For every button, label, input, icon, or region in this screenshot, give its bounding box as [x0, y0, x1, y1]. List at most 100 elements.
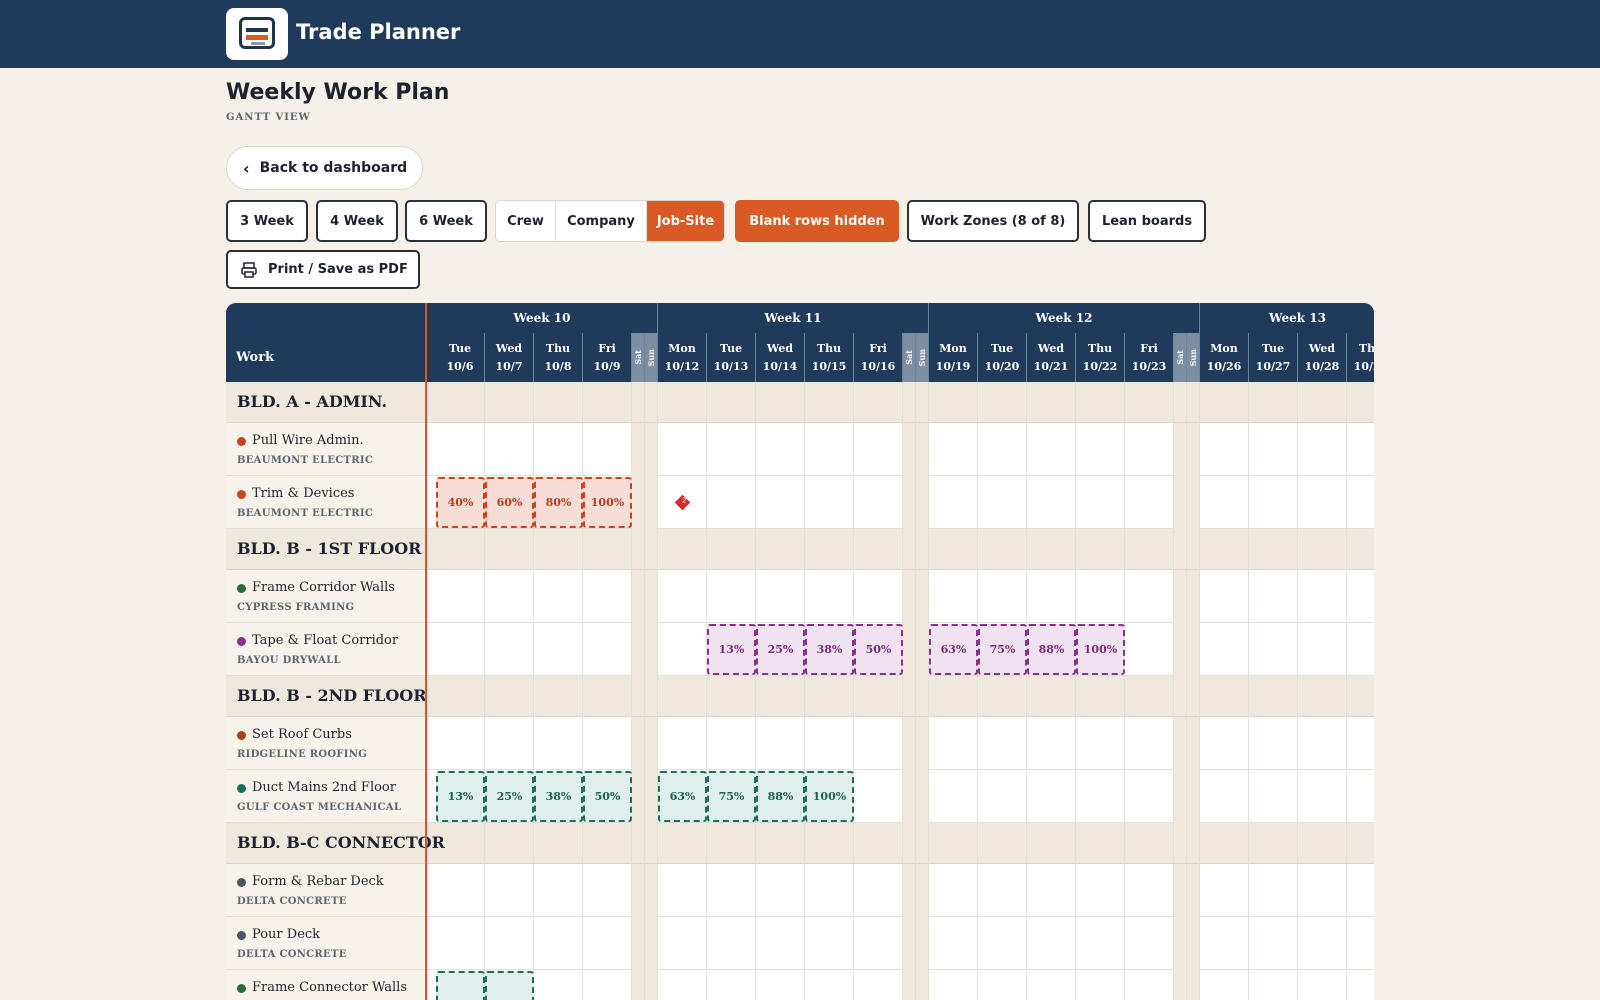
- grid-line: [657, 423, 658, 476]
- calendar-card-icon[interactable]: [226, 8, 288, 60]
- task-bar-segment[interactable]: 50%: [583, 771, 632, 822]
- grid-line: [1297, 623, 1298, 676]
- grid-line: [928, 717, 929, 770]
- task-row[interactable]: Pull Wire Admin. BEAUMONT ELECTRIC: [226, 423, 1374, 476]
- task-bar-segment[interactable]: 63%: [658, 771, 707, 822]
- task-row[interactable]: Set Roof Curbs RIDGELINE ROOFING: [226, 717, 1374, 770]
- six-week-button[interactable]: 6 Week: [405, 200, 487, 242]
- task-label-cell[interactable]: Pull Wire Admin. BEAUMONT ELECTRIC: [226, 423, 425, 475]
- task-row[interactable]: Frame Connector Walls: [226, 970, 1374, 1000]
- grid-line: [1297, 676, 1298, 717]
- grid-line: [1124, 382, 1125, 423]
- grid-line: [1199, 570, 1200, 623]
- grid-line: [582, 423, 583, 476]
- task-label-cell[interactable]: Duct Mains 2nd Floor GULF COAST MECHANICA…: [226, 770, 425, 822]
- grid-line: [484, 570, 485, 623]
- task-bar-segment[interactable]: 25%: [756, 624, 805, 675]
- grid-line: [928, 529, 929, 570]
- task-label-cell[interactable]: Frame Corridor Walls CYPRESS FRAMING: [226, 570, 425, 622]
- day-header: Sat: [903, 333, 916, 382]
- task-label-cell[interactable]: Pour Deck DELTA CONCRETE: [226, 917, 425, 969]
- task-bar-segment[interactable]: 80%: [534, 477, 583, 528]
- grid-line: [755, 382, 756, 423]
- grid-line: [706, 717, 707, 770]
- grid-line: [902, 529, 903, 570]
- four-week-button[interactable]: 4 Week: [316, 200, 398, 242]
- three-week-button[interactable]: 3 Week: [226, 200, 308, 242]
- grid-line: [582, 864, 583, 917]
- blank-rows-toggle[interactable]: Blank rows hidden: [735, 200, 899, 242]
- task-bar-segment[interactable]: 75%: [707, 771, 756, 822]
- grid-line: [582, 970, 583, 1000]
- grid-line: [1075, 864, 1076, 917]
- task-bar-segment[interactable]: 75%: [978, 624, 1027, 675]
- group-jobsite-tab[interactable]: Job-Site: [647, 201, 724, 241]
- task-bar-segment[interactable]: 63%: [929, 624, 978, 675]
- task-bar-segment[interactable]: 25%: [485, 771, 534, 822]
- task-bar-segment[interactable]: 13%: [436, 771, 485, 822]
- task-label-cell[interactable]: Tape & Float Corridor BAYOU DRYWALL: [226, 623, 425, 675]
- task-bar-segment[interactable]: 60%: [485, 477, 534, 528]
- task-bar-segment[interactable]: 50%: [854, 624, 903, 675]
- day-header: Sat: [1174, 333, 1187, 382]
- task-label-cell[interactable]: Form & Rebar Deck DELTA CONCRETE: [226, 864, 425, 916]
- trade-color-dot: [237, 731, 246, 740]
- grid-line: [804, 970, 805, 1000]
- grid-line: [533, 717, 534, 770]
- grid-line: [804, 676, 805, 717]
- grid-line: [1297, 770, 1298, 823]
- task-label-cell[interactable]: Frame Connector Walls: [226, 970, 425, 1000]
- grid-line: [533, 823, 534, 864]
- grid-line: [1124, 970, 1125, 1000]
- gantt-chart: Work Week 10 Week 11 Week 12 Week 13 Tue 10/…: [226, 303, 1374, 1000]
- task-bar-segment[interactable]: 38%: [805, 624, 854, 675]
- grid-line: [484, 823, 485, 864]
- grid-line: [1248, 382, 1249, 423]
- task-name: Frame Connector Walls: [252, 980, 407, 995]
- work-zones-button[interactable]: Work Zones (8 of 8): [907, 200, 1079, 242]
- task-bar-segment[interactable]: 100%: [805, 771, 854, 822]
- grid-line: [1026, 382, 1027, 423]
- task-row[interactable]: Trim & Devices BEAUMONT ELECTRIC 40% 60% 80%…: [226, 476, 1374, 529]
- grid-line: [928, 676, 929, 717]
- grid-line: [977, 423, 978, 476]
- task-bar-segment[interactable]: 88%: [1027, 624, 1076, 675]
- grid-line: [1248, 676, 1249, 717]
- milestone-marker[interactable]: 2: [674, 494, 690, 510]
- task-row[interactable]: Duct Mains 2nd Floor GULF COAST MECHANICA…: [226, 770, 1374, 823]
- grid-line: [1297, 423, 1298, 476]
- group-company-tab[interactable]: Company: [556, 201, 647, 241]
- task-bar-segment[interactable]: [485, 971, 534, 1000]
- grid-line: [902, 676, 903, 717]
- grid-line: [1346, 570, 1347, 623]
- task-label-cell[interactable]: Set Roof Curbs RIDGELINE ROOFING: [226, 717, 425, 769]
- back-to-dashboard-button[interactable]: ‹ Back to dashboard: [226, 146, 423, 190]
- task-bar-segment[interactable]: 100%: [1076, 624, 1125, 675]
- group-crew-tab[interactable]: Crew: [496, 201, 556, 241]
- grid-line: [1346, 823, 1347, 864]
- grid-line: [928, 570, 929, 623]
- task-bar-segment[interactable]: 88%: [756, 771, 805, 822]
- task-label-cell[interactable]: Trim & Devices BEAUMONT ELECTRIC: [226, 476, 425, 528]
- grid-line: [1075, 476, 1076, 529]
- task-bar-segment[interactable]: 40%: [436, 477, 485, 528]
- task-row[interactable]: Frame Corridor Walls CYPRESS FRAMING: [226, 570, 1374, 623]
- task-company: DELTA CONCRETE: [237, 896, 347, 907]
- grid-line: [657, 717, 658, 770]
- print-button[interactable]: Print / Save as PDF: [226, 250, 420, 289]
- grid-line: [631, 676, 632, 717]
- grid-line: [533, 529, 534, 570]
- task-bar-segment[interactable]: [436, 971, 485, 1000]
- task-bar-segment[interactable]: 13%: [707, 624, 756, 675]
- grid-line: [1075, 676, 1076, 717]
- lean-boards-button[interactable]: Lean boards: [1088, 200, 1206, 242]
- task-bar-segment[interactable]: 100%: [583, 477, 632, 528]
- grid-line: [1075, 717, 1076, 770]
- grid-line: [1124, 717, 1125, 770]
- trade-color-dot: [237, 637, 246, 646]
- task-bar-segment[interactable]: 38%: [534, 771, 583, 822]
- task-row[interactable]: Tape & Float Corridor BAYOU DRYWALL 13% 25%…: [226, 623, 1374, 676]
- task-row[interactable]: Form & Rebar Deck DELTA CONCRETE: [226, 864, 1374, 917]
- section-row: BLD. B - 1ST FLOOR: [226, 529, 1374, 570]
- task-row[interactable]: Pour Deck DELTA CONCRETE: [226, 917, 1374, 970]
